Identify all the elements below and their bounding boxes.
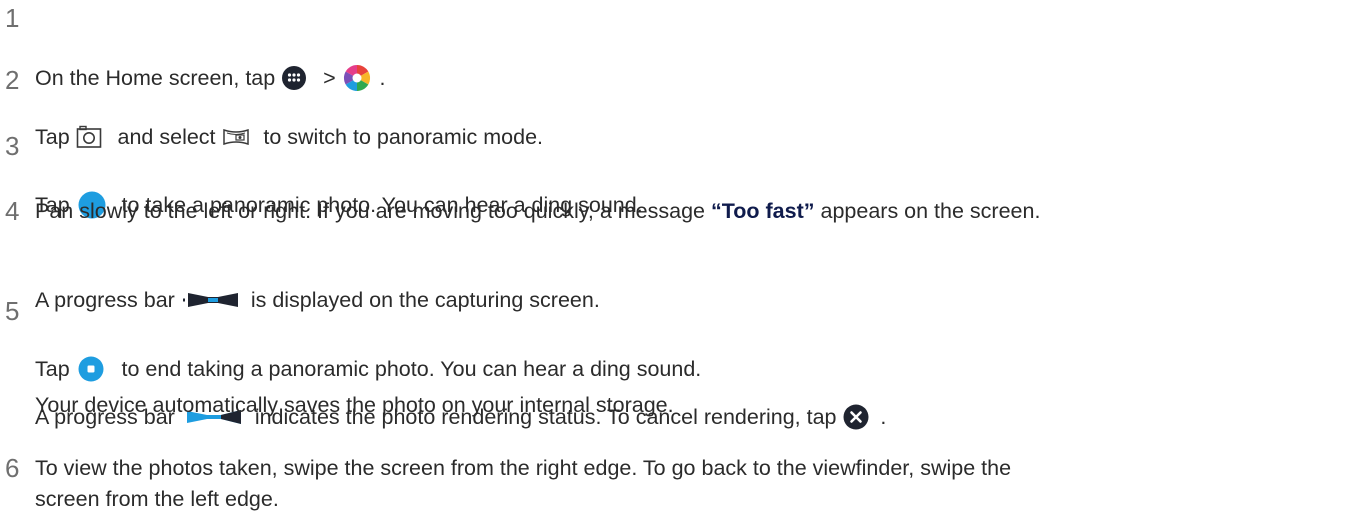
step-number: 1 — [5, 3, 20, 33]
step-number: 2 — [5, 65, 20, 95]
step-number: 4 — [5, 196, 20, 226]
step-text: screen from the left edge. — [35, 487, 279, 511]
step-text: appears on the screen. — [820, 199, 1041, 223]
step-number: 3 — [5, 131, 20, 161]
step-text: . — [880, 405, 887, 429]
step-text-line: screen from the left edge. — [35, 484, 279, 514]
step-text-line: Pan slowly to the left or right. If you … — [35, 196, 1040, 226]
too-fast-message: “Too fast” — [711, 199, 815, 223]
step-text: To view the photos taken, swipe the scre… — [35, 456, 1012, 480]
step-number: 6 — [5, 453, 20, 483]
step-text-line: Your device automatically saves the phot… — [35, 390, 674, 420]
step-text-line: To view the photos taken, swipe the scre… — [35, 453, 1011, 483]
step-number: 5 — [5, 296, 20, 326]
step-text: Pan slowly to the left or right. If you … — [35, 199, 706, 223]
step-text: Your device automatically saves the phot… — [35, 393, 674, 417]
